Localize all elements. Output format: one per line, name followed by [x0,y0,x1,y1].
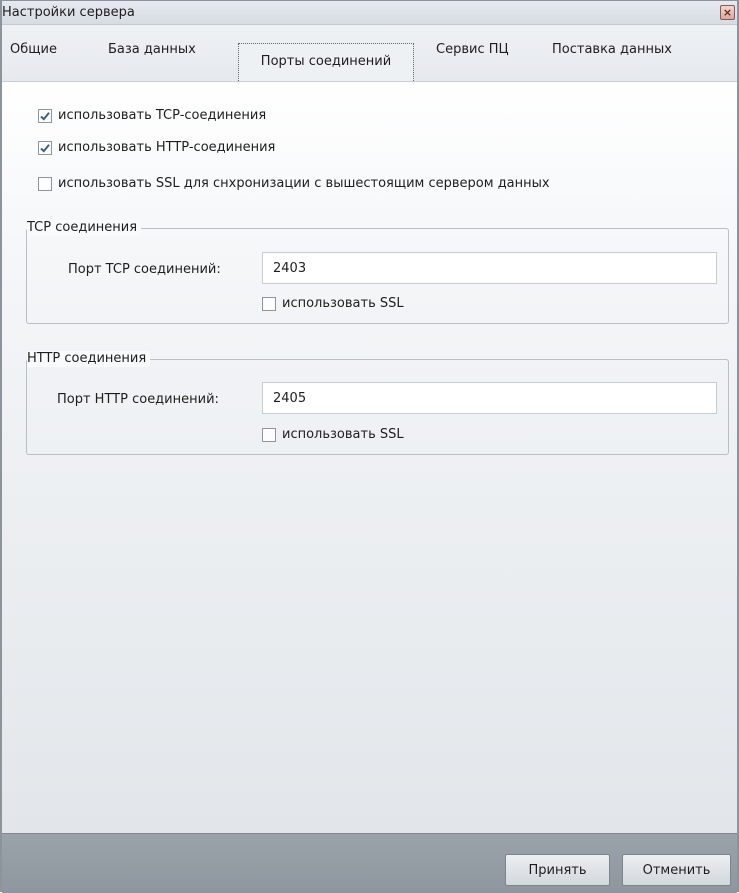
option-label: использовать SSL для снхронизации с выше… [58,176,550,191]
option-use-http[interactable]: использовать HTTP-соединения [38,140,275,155]
option-label: использовать TCP-соединения [58,108,267,123]
option-label: использовать HTTP-соединения [58,140,276,155]
tab-data-supply[interactable]: Поставка данных [552,37,672,65]
checkbox-tcp-ssl[interactable] [262,296,276,311]
option-use-ssl-sync[interactable]: использовать SSL для снхронизации с выше… [38,176,550,191]
window-title: Настройки сервера [2,5,135,20]
checkmark-icon [40,143,50,153]
close-icon[interactable]: × [720,5,735,20]
checkbox-http-ssl[interactable] [262,427,276,442]
http-connections-group: HTTP соединения Порт HTTP соединений: ис… [26,351,729,455]
connection-ports-panel: использовать TCP-соединения использовать… [2,81,737,833]
tcp-ssl-option[interactable]: использовать SSL [262,296,404,311]
checkmark-icon [40,111,50,121]
accept-button[interactable]: Принять [505,854,610,886]
option-label: использовать SSL [282,296,404,311]
checkbox-use-tcp[interactable] [38,108,52,123]
http-port-input[interactable] [262,382,717,414]
checkbox-use-ssl-sync[interactable] [38,176,52,191]
tab-pc-service[interactable]: Сервис ПЦ [436,37,509,65]
http-ssl-option[interactable]: использовать SSL [262,427,404,442]
tab-general[interactable]: Общие [10,37,57,65]
tcp-port-input[interactable] [262,252,717,284]
http-port-label: Порт HTTP соединений: [57,392,219,407]
option-label: использовать SSL [282,427,404,442]
dialog-footer: Принять Отменить [2,833,737,893]
checkbox-use-http[interactable] [38,140,52,155]
cancel-button[interactable]: Отменить [622,854,731,886]
option-use-tcp[interactable]: использовать TCP-соединения [38,108,266,123]
group-title: HTTP соединения [27,351,151,367]
tab-database[interactable]: База данных [108,37,196,65]
group-title: TCP соединения [27,220,142,236]
tcp-connections-group: TCP соединения Порт TCP соединений: испо… [26,220,729,324]
title-bar: Настройки сервера × [2,1,737,25]
tab-strip: Общие База данных Порты соединений Серви… [2,25,737,87]
tcp-port-label: Порт TCP соединений: [68,262,221,277]
server-settings-dialog: Настройки сервера × Общие База данных По… [0,0,739,893]
